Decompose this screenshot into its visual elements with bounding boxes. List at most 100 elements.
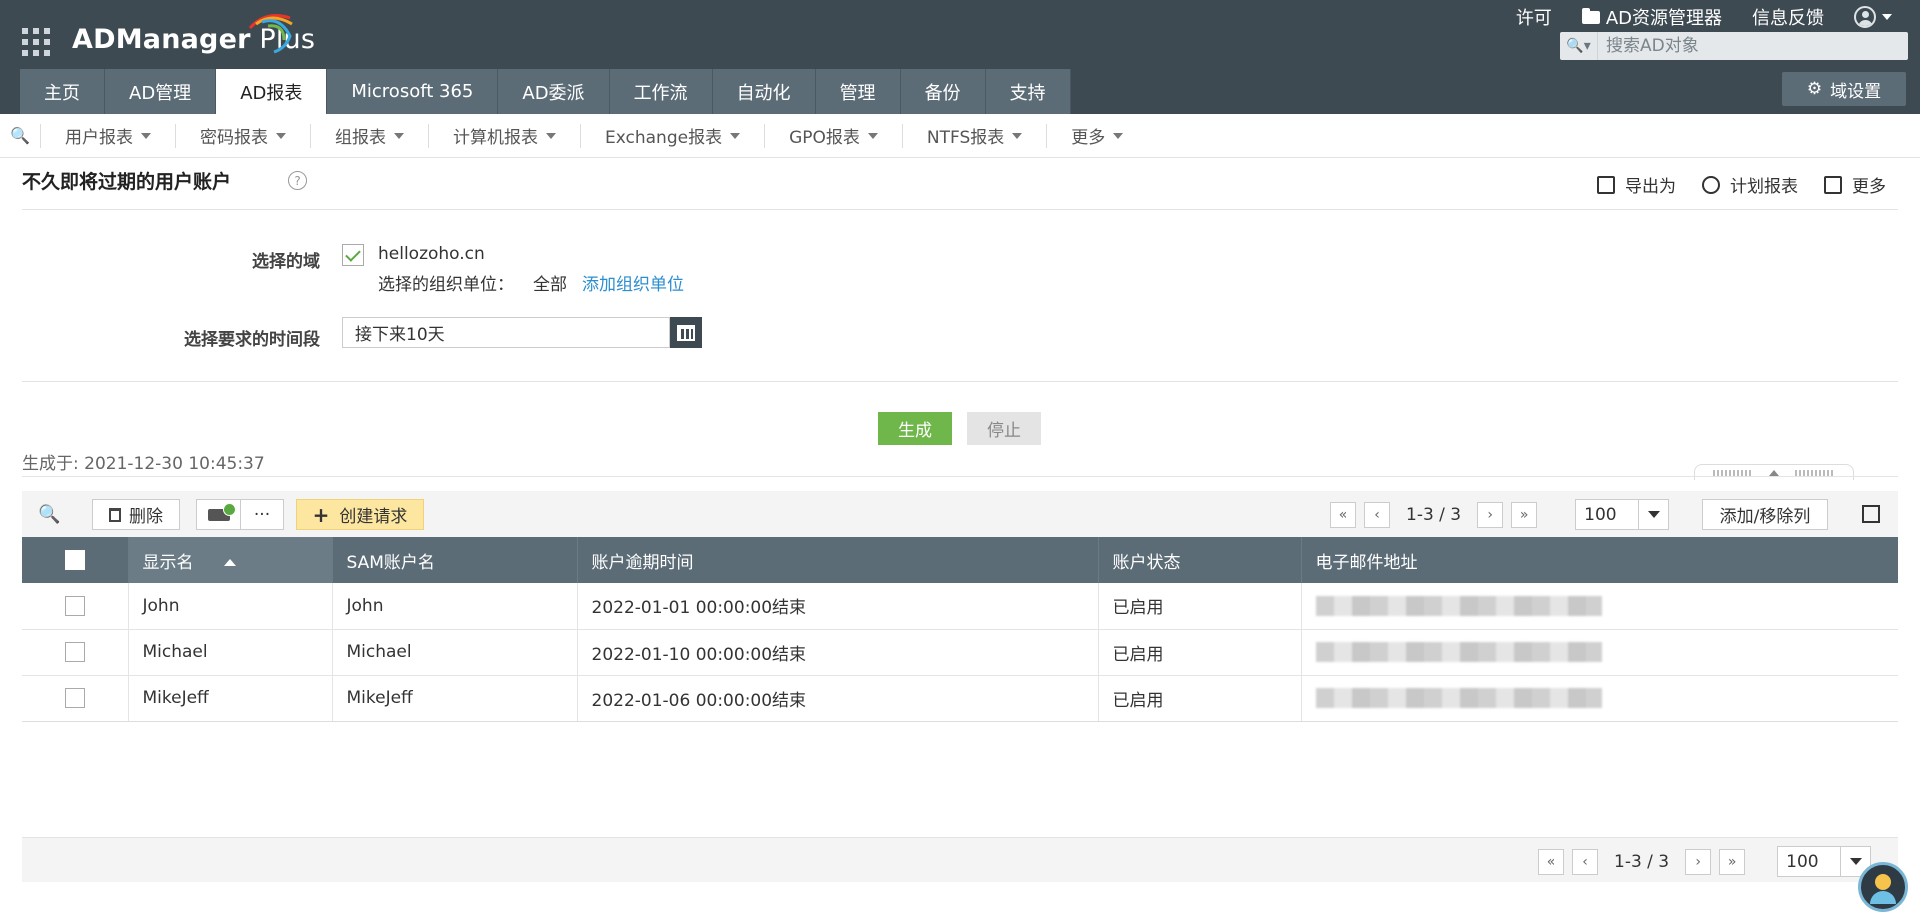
subtab-label: 组报表 bbox=[335, 128, 386, 148]
prev-page-icon[interactable]: ‹ bbox=[1572, 848, 1598, 875]
column-display-name[interactable]: 显示名 bbox=[128, 537, 333, 583]
chevron-down-icon bbox=[394, 132, 404, 139]
schedule-report-button[interactable]: 计划报表 bbox=[1702, 172, 1798, 197]
status-cell: 已启用 bbox=[1098, 583, 1302, 630]
page-range: 1-3 / 3 bbox=[1406, 504, 1462, 525]
create-request-button[interactable]: + 创建请求 bbox=[296, 499, 424, 530]
manage-computer-button[interactable] bbox=[196, 499, 240, 530]
chevron-up-icon bbox=[1769, 469, 1779, 476]
tab-ad-reports[interactable]: AD报表 bbox=[216, 69, 328, 114]
add-remove-columns-button[interactable]: 添加/移除列 bbox=[1702, 499, 1828, 530]
column-sam-account[interactable]: SAM账户名 bbox=[332, 537, 578, 583]
subtab-label: Exchange报表 bbox=[605, 128, 723, 148]
subtab-more[interactable]: 更多 bbox=[1046, 123, 1147, 148]
sort-asc-icon bbox=[223, 559, 236, 566]
fullscreen-icon[interactable] bbox=[1862, 505, 1880, 523]
row-select-cell bbox=[22, 583, 129, 630]
subtab-group-reports[interactable]: 组报表 bbox=[310, 123, 428, 148]
table-row[interactable]: John John 2022-01-01 00:00:00结束 已启用 bbox=[22, 583, 1898, 630]
app-grid-icon[interactable] bbox=[22, 28, 50, 56]
tab-admin[interactable]: 管理 bbox=[815, 69, 901, 114]
next-page-icon[interactable]: › bbox=[1685, 848, 1712, 875]
chevron-down-icon bbox=[1113, 132, 1124, 139]
row-checkbox[interactable] bbox=[64, 688, 85, 708]
per-page-select[interactable]: 100 bbox=[1777, 846, 1872, 877]
column-email[interactable]: 电子邮件地址 bbox=[1301, 537, 1898, 583]
chevron-down-icon bbox=[1012, 132, 1023, 139]
calendar-icon bbox=[677, 324, 695, 341]
email-cell bbox=[1301, 583, 1898, 630]
search-icon[interactable]: 🔍 bbox=[0, 126, 40, 145]
device-check-icon bbox=[207, 502, 236, 521]
table-search-icon[interactable]: 🔍 bbox=[38, 504, 60, 525]
ad-object-search: 🔍▾ bbox=[1560, 32, 1908, 60]
chevron-down-icon bbox=[1647, 511, 1660, 518]
next-page-icon[interactable]: › bbox=[1477, 501, 1504, 528]
export-button[interactable]: 导出为 bbox=[1597, 172, 1676, 197]
more-tools-button[interactable]: ··· bbox=[240, 499, 284, 530]
column-account-status[interactable]: 账户状态 bbox=[1098, 537, 1302, 583]
user-menu[interactable] bbox=[1854, 6, 1892, 28]
create-request-label: 创建请求 bbox=[339, 507, 408, 527]
per-page-select[interactable]: 100 bbox=[1575, 499, 1670, 530]
subtab-label: 计算机报表 bbox=[453, 128, 538, 148]
collapse-filter-toggle[interactable] bbox=[1694, 464, 1854, 480]
period-input[interactable]: 接下来10天 bbox=[342, 317, 670, 348]
sam-cell: John bbox=[332, 583, 578, 630]
subtab-password-reports[interactable]: 密码报表 bbox=[175, 123, 310, 148]
row-checkbox[interactable] bbox=[64, 642, 85, 662]
help-icon[interactable]: ? bbox=[288, 171, 307, 190]
subtab-ntfs-reports[interactable]: NTFS报表 bbox=[901, 123, 1046, 148]
tab-support[interactable]: 支持 bbox=[985, 69, 1071, 114]
column-expiry-time[interactable]: 账户逾期时间 bbox=[577, 537, 1099, 583]
tab-backup[interactable]: 备份 bbox=[900, 69, 986, 114]
first-page-icon[interactable]: « bbox=[1330, 501, 1356, 528]
calendar-button[interactable] bbox=[670, 317, 702, 348]
more-actions-button[interactable]: 更多 bbox=[1824, 172, 1886, 197]
table-row[interactable]: MikeJeff MikeJeff 2022-01-06 00:00:00结束 … bbox=[22, 675, 1898, 722]
feedback-link[interactable]: 信息反馈 bbox=[1752, 4, 1824, 30]
ou-label: 选择的组织单位： bbox=[378, 275, 514, 295]
search-icon[interactable]: 🔍▾ bbox=[1560, 32, 1598, 60]
last-page-icon[interactable]: » bbox=[1511, 501, 1538, 528]
support-chat-icon[interactable] bbox=[1858, 862, 1908, 912]
tab-home[interactable]: 主页 bbox=[20, 69, 105, 114]
domain-settings-button[interactable]: ⚙ 域设置 bbox=[1782, 72, 1906, 106]
sub-navigation: 🔍 用户报表 密码报表 组报表 计算机报表 Exchange报表 GPO报表 N… bbox=[0, 114, 1920, 158]
subtab-computer-reports[interactable]: 计算机报表 bbox=[428, 123, 580, 148]
add-ou-link[interactable]: 添加组织单位 bbox=[582, 270, 684, 295]
select-all-checkbox[interactable] bbox=[64, 550, 85, 570]
tab-workflow[interactable]: 工作流 bbox=[609, 69, 713, 114]
alarm-clock-icon bbox=[1702, 175, 1720, 194]
tab-automation[interactable]: 自动化 bbox=[712, 69, 816, 114]
table-row[interactable]: Michael Michael 2022-01-10 00:00:00结束 已启… bbox=[22, 629, 1898, 676]
gear-icon: ⚙ bbox=[1806, 79, 1823, 99]
expiry-cell: 2022-01-01 00:00:00结束 bbox=[577, 583, 1099, 630]
prev-page-icon[interactable]: ‹ bbox=[1364, 501, 1390, 528]
display-name-cell: Michael bbox=[128, 629, 333, 676]
delete-button[interactable]: 删除 bbox=[92, 499, 180, 530]
subtab-user-reports[interactable]: 用户报表 bbox=[40, 123, 175, 148]
first-page-icon[interactable]: « bbox=[1538, 848, 1564, 875]
tab-microsoft-365[interactable]: Microsoft 365 bbox=[327, 69, 499, 114]
domain-label: 选择的域 bbox=[252, 252, 320, 272]
generated-timestamp: 生成于: 2021-12-30 10:45:37 bbox=[22, 454, 265, 474]
more-icon bbox=[1824, 175, 1842, 194]
generate-button[interactable]: 生成 bbox=[878, 412, 952, 445]
search-input[interactable] bbox=[1598, 32, 1908, 60]
tab-ad-delegation[interactable]: AD委派 bbox=[498, 69, 610, 114]
tab-ad-management[interactable]: AD管理 bbox=[105, 69, 217, 114]
delete-label: 删除 bbox=[129, 507, 163, 527]
plus-icon: + bbox=[312, 502, 330, 527]
report-table: 显示名 SAM账户名 账户逾期时间 账户状态 电子邮件地址 John John … bbox=[22, 537, 1898, 722]
last-page-icon[interactable]: » bbox=[1719, 848, 1746, 875]
ad-explorer-link[interactable]: AD资源管理器 bbox=[1581, 4, 1722, 30]
subtab-gpo-reports[interactable]: GPO报表 bbox=[764, 123, 902, 148]
domain-checkbox[interactable] bbox=[342, 244, 364, 266]
stop-button[interactable]: 停止 bbox=[967, 412, 1041, 445]
license-link[interactable]: 许可 bbox=[1516, 4, 1552, 30]
subtab-exchange-reports[interactable]: Exchange报表 bbox=[580, 123, 764, 148]
row-checkbox[interactable] bbox=[64, 595, 85, 616]
top-pager: « ‹ 1-3 / 3 › » 100 bbox=[1330, 499, 1670, 530]
export-label: 导出为 bbox=[1625, 177, 1676, 197]
